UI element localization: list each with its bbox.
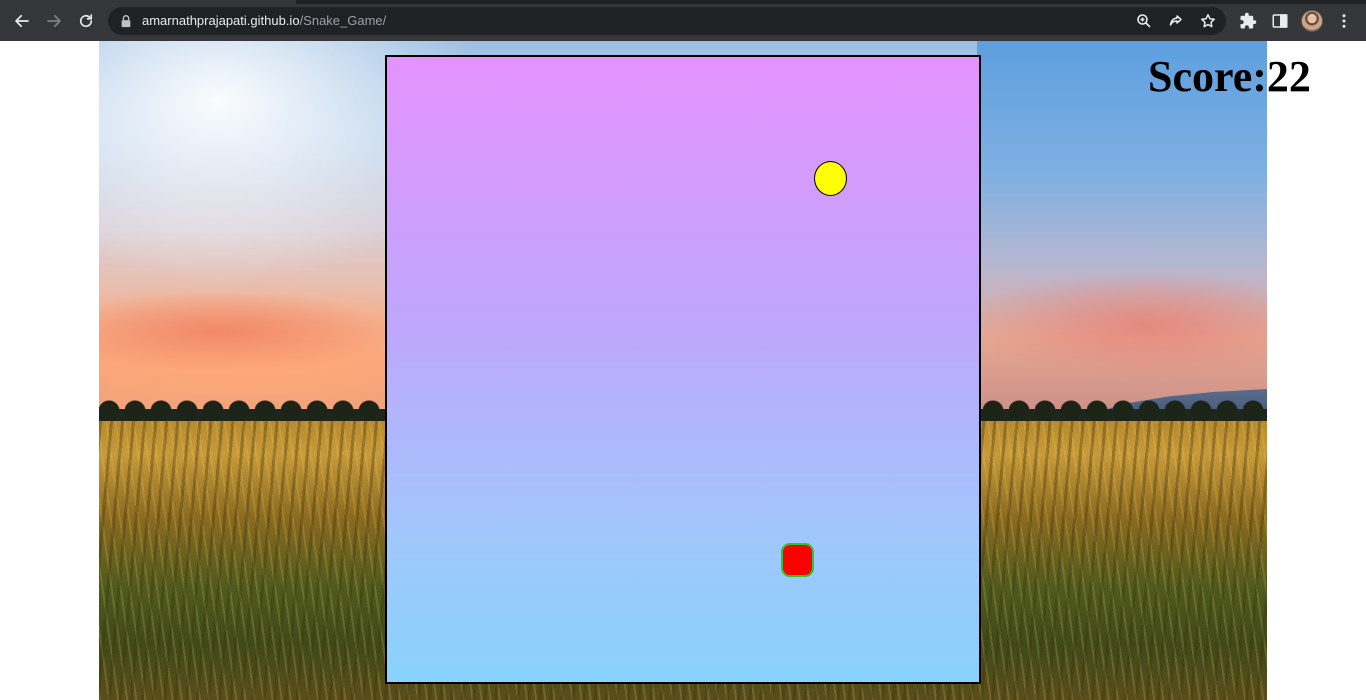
snake-head [781,543,814,577]
browser-toolbar: amarnathprajapati.github.io/Snake_Game/ [0,0,1366,41]
star-icon [1201,14,1215,28]
back-icon [15,14,29,28]
share-button[interactable] [1167,12,1185,30]
forward-button[interactable] [42,9,66,33]
food-item [814,161,847,196]
menu-icon [1342,14,1346,28]
url-path: /Snake_Game/ [299,13,387,28]
lock-icon[interactable] [119,14,133,28]
sunset-clouds-right [967,271,1267,381]
forward-icon [47,14,61,28]
side-panel-button[interactable] [1270,11,1290,31]
menu-button[interactable] [1334,11,1354,31]
game-board[interactable] [385,55,981,684]
extensions-icon [1240,12,1257,29]
address-bar[interactable]: amarnathprajapati.github.io/Snake_Game/ [108,7,1226,35]
bookmark-button[interactable] [1199,12,1217,30]
score-display: Score:22 [1148,49,1311,105]
zoom-button[interactable] [1135,12,1153,30]
tab-strip [0,0,1366,4]
active-tab[interactable] [0,0,296,4]
url-text[interactable]: amarnathprajapati.github.io/Snake_Game/ [142,13,386,28]
score-value: 22 [1266,52,1311,101]
url-host: amarnathprajapati.github.io [142,13,300,28]
score-label: Score: [1148,52,1267,101]
reload-button[interactable] [74,9,98,33]
sunset-clouds-left [99,291,399,371]
share-icon [1169,15,1182,26]
reload-icon [79,14,93,28]
back-button[interactable] [10,9,34,33]
page-viewport: Score:22 [0,41,1366,700]
side-panel-icon [1272,14,1288,28]
extensions-button[interactable] [1238,11,1258,31]
zoom-icon [1137,14,1151,28]
profile-avatar[interactable] [1301,10,1323,32]
